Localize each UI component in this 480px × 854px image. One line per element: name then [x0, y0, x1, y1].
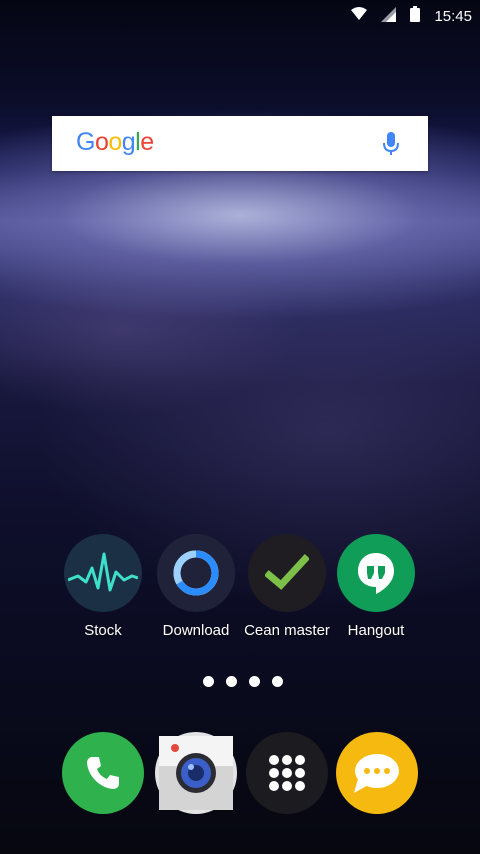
dock — [0, 732, 480, 816]
phone-icon[interactable] — [62, 732, 144, 814]
camera-icon[interactable] — [155, 732, 237, 814]
app-hangout[interactable]: Hangout — [328, 534, 424, 639]
logo-letter: e — [140, 128, 154, 156]
page-dot[interactable] — [203, 676, 214, 687]
hangouts-icon — [337, 534, 415, 612]
checkmark-icon — [248, 534, 326, 612]
page-indicator — [203, 676, 283, 687]
page-dot[interactable] — [226, 676, 237, 687]
google-search-bar[interactable]: Google — [52, 116, 428, 171]
app-stock[interactable]: Stock — [55, 534, 151, 639]
status-time: 15:45 — [434, 8, 472, 25]
battery-icon — [410, 6, 421, 27]
app-label: Stock — [84, 622, 122, 639]
app-label: Hangout — [347, 622, 405, 639]
mic-icon[interactable] — [382, 132, 400, 161]
page-dot[interactable] — [249, 676, 260, 687]
google-logo: Google — [76, 128, 154, 157]
logo-letter: o — [94, 128, 109, 156]
app-label: Cean master — [244, 622, 330, 639]
stock-chart-icon — [64, 534, 142, 612]
app-drawer-icon[interactable] — [246, 732, 328, 814]
logo-letter: G — [76, 128, 95, 156]
logo-letter: g — [121, 128, 136, 156]
logo-letter: o — [108, 128, 122, 156]
app-label: Download — [162, 622, 230, 639]
download-ring-icon — [157, 534, 235, 612]
status-bar: 15:45 — [0, 0, 480, 32]
app-clean-master[interactable]: Cean master — [239, 534, 335, 639]
message-bubble-icon[interactable] — [336, 732, 418, 814]
wifi-icon — [351, 7, 368, 26]
signal-icon — [381, 6, 397, 27]
app-download[interactable]: Download — [148, 534, 244, 639]
page-dot[interactable] — [272, 676, 283, 687]
home-apps-row: Stock Download Cean master Hangout — [0, 534, 480, 644]
